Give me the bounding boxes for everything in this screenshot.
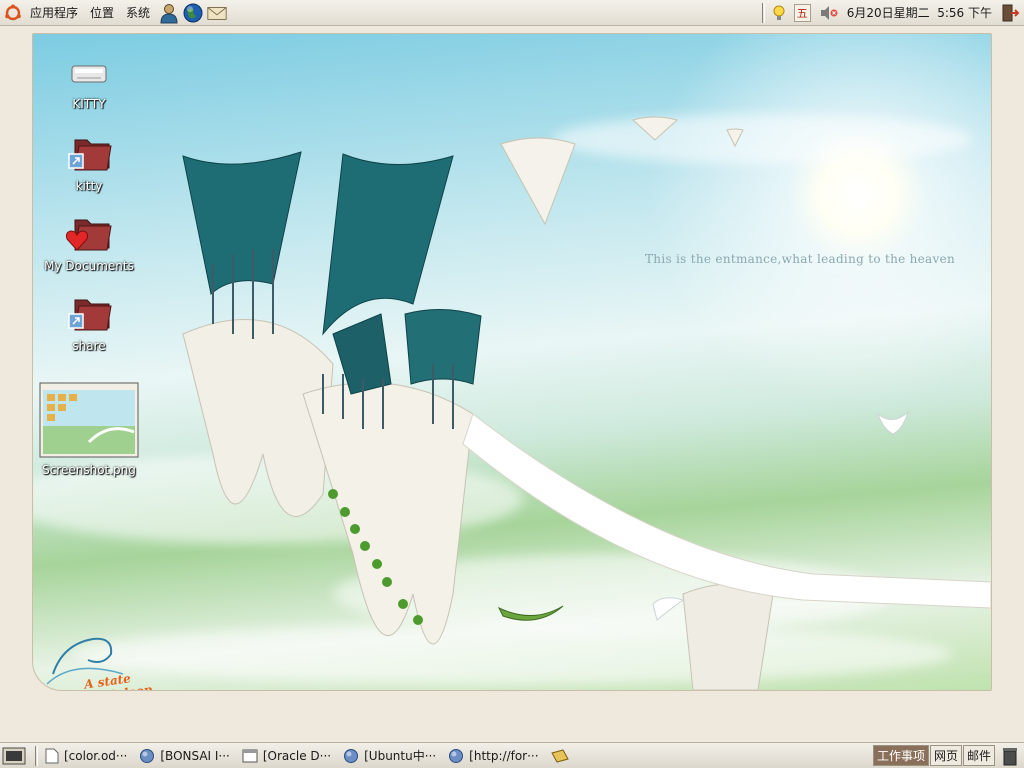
taskbar-item-label: [color.od··· xyxy=(64,748,128,763)
wallpaper-caption: This is the entmance,what leading to the… xyxy=(645,252,956,266)
desktop-icon-share[interactable]: share xyxy=(34,294,144,353)
weekday-badge: 五 xyxy=(793,3,811,22)
document-icon xyxy=(45,748,59,764)
tray-handle[interactable] xyxy=(761,2,765,23)
logout-icon[interactable] xyxy=(996,0,1024,25)
web-browser-icon[interactable] xyxy=(182,2,204,24)
taskbar-item-bonsai[interactable]: [BONSAI I··· xyxy=(135,745,234,767)
notes-launcher[interactable] xyxy=(547,745,578,767)
menu-applications[interactable]: 应用程序 xyxy=(24,4,84,21)
taskbar-item-ubuntu[interactable]: [Ubuntu中··· xyxy=(339,745,440,767)
desktop-icon-label: share xyxy=(72,339,106,353)
workspace-switcher: 工作事项 网页 邮件 xyxy=(872,745,1024,767)
input-method-badge[interactable]: 五 xyxy=(790,0,815,25)
image-thumbnail-icon xyxy=(34,382,144,461)
workspace-1[interactable]: 工作事项 xyxy=(872,745,929,766)
folder-link-icon xyxy=(34,294,144,337)
globe-icon xyxy=(343,748,359,764)
desktop-icon-label: kitty xyxy=(75,179,103,193)
top-panel: 应用程序 位置 系统 五 6月20日星期二 5:56 下午 xyxy=(0,0,1024,26)
ubuntu-logo-icon[interactable] xyxy=(2,2,24,24)
show-desktop-button[interactable] xyxy=(0,745,28,767)
system-tray: 五 6月20日星期二 5:56 下午 xyxy=(759,0,1024,25)
trash-icon[interactable] xyxy=(998,745,1022,767)
folder-heart-icon xyxy=(34,214,144,257)
drive-icon xyxy=(34,56,144,95)
volume-muted-icon[interactable] xyxy=(815,0,843,25)
notes-icon xyxy=(550,748,569,763)
bottom-panel: [color.od··· [BONSAI I··· [Oracle D··· [… xyxy=(0,742,1024,768)
desktop-icon-screenshot[interactable]: Screenshot.png xyxy=(34,382,144,477)
wallpaper: This is the entmance,what leading to the… xyxy=(32,33,992,691)
taskbar-item-oracle[interactable]: [Oracle D··· xyxy=(238,745,335,767)
workspace-3[interactable]: 邮件 xyxy=(962,745,995,766)
taskbar-item-color[interactable]: [color.od··· xyxy=(41,745,131,767)
panel-handle[interactable] xyxy=(35,745,38,766)
wallpaper-scenery xyxy=(46,116,991,690)
menu-system[interactable]: 系统 xyxy=(120,4,156,21)
desktop-icon-label: Screenshot.png xyxy=(42,463,136,477)
desktop[interactable]: This is the entmance,what leading to the… xyxy=(0,26,1024,742)
desktop-icon-kitty-folder[interactable]: kitty xyxy=(34,134,144,193)
desktop-icon-kitty-drive[interactable]: KITTY xyxy=(34,56,144,111)
workspace-2[interactable]: 网页 xyxy=(929,745,962,766)
desktop-icon-label: My Documents xyxy=(44,259,134,273)
notification-bulb-icon[interactable] xyxy=(768,0,790,25)
people-icon[interactable] xyxy=(158,2,180,24)
desktop-icon-label: KITTY xyxy=(72,97,106,111)
folder-link-icon xyxy=(34,134,144,177)
mail-icon[interactable] xyxy=(206,2,228,24)
taskbar-item-label: [Ubuntu中··· xyxy=(364,749,437,763)
globe-icon xyxy=(448,748,464,764)
desktop-icon-my-documents[interactable]: My Documents xyxy=(34,214,144,273)
taskbar-item-label: [Oracle D··· xyxy=(262,748,332,763)
globe-icon xyxy=(139,748,155,764)
window-icon xyxy=(242,749,258,763)
clock[interactable]: 6月20日星期二 5:56 下午 xyxy=(843,0,996,25)
taskbar-item-http[interactable]: [http://for··· xyxy=(444,745,542,767)
taskbar-item-label: [BONSAI I··· xyxy=(160,748,230,763)
show-desktop-icon xyxy=(2,747,26,764)
menu-places[interactable]: 位置 xyxy=(84,4,120,21)
taskbar-item-label: [http://for··· xyxy=(469,748,539,763)
